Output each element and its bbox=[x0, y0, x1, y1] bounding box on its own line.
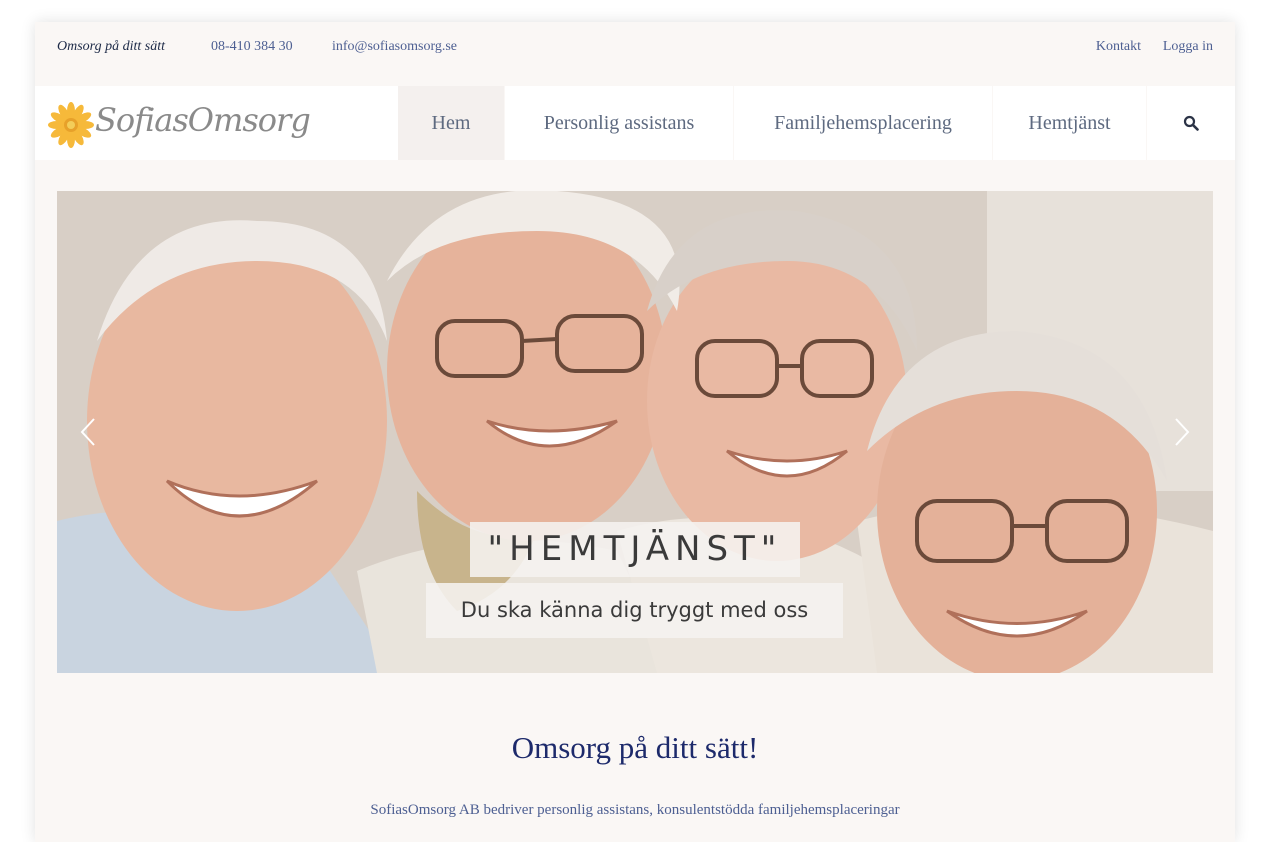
tagline: Omsorg på ditt sätt bbox=[57, 39, 165, 54]
nav-item-hemtjanst[interactable]: Hemtjänst bbox=[993, 86, 1146, 160]
phone-link[interactable]: 08-410 384 30 bbox=[211, 39, 293, 55]
logo[interactable]: SofiasOmsorg bbox=[35, 86, 398, 160]
search-button[interactable] bbox=[1147, 86, 1235, 160]
page-title: Omsorg på ditt sätt! bbox=[511, 730, 759, 765]
contact-link[interactable]: Kontakt bbox=[1096, 39, 1141, 55]
page-container: Omsorg på ditt sätt 08-410 384 30 info@s… bbox=[35, 22, 1235, 842]
hero-title: "HEMTJÄNST" bbox=[470, 522, 800, 577]
login-link[interactable]: Logga in bbox=[1163, 39, 1213, 55]
intro-text: SofiasOmsorg AB bedriver personlig assis… bbox=[370, 802, 900, 818]
nav-item-hem[interactable]: Hem bbox=[398, 86, 504, 160]
search-icon bbox=[1183, 115, 1199, 131]
nav-item-familjehemsplacering[interactable]: Familjehemsplacering bbox=[734, 86, 992, 160]
logo-text: SofiasOmsorg bbox=[95, 101, 311, 139]
sunflower-icon bbox=[48, 102, 94, 148]
chevron-left-icon[interactable] bbox=[79, 417, 97, 447]
hero-slider[interactable]: "HEMTJÄNST" Du ska känna dig tryggt med … bbox=[57, 191, 1213, 673]
chevron-right-icon[interactable] bbox=[1173, 417, 1191, 447]
hero-subtitle: Du ska känna dig tryggt med oss bbox=[426, 583, 843, 638]
main-navigation: SofiasOmsorg Hem Personlig assistans Fam… bbox=[35, 86, 1235, 160]
top-bar: Omsorg på ditt sätt 08-410 384 30 info@s… bbox=[35, 22, 1235, 74]
nav-item-personlig-assistans[interactable]: Personlig assistans bbox=[505, 86, 733, 160]
email-link[interactable]: info@sofiasomsorg.se bbox=[332, 39, 457, 55]
